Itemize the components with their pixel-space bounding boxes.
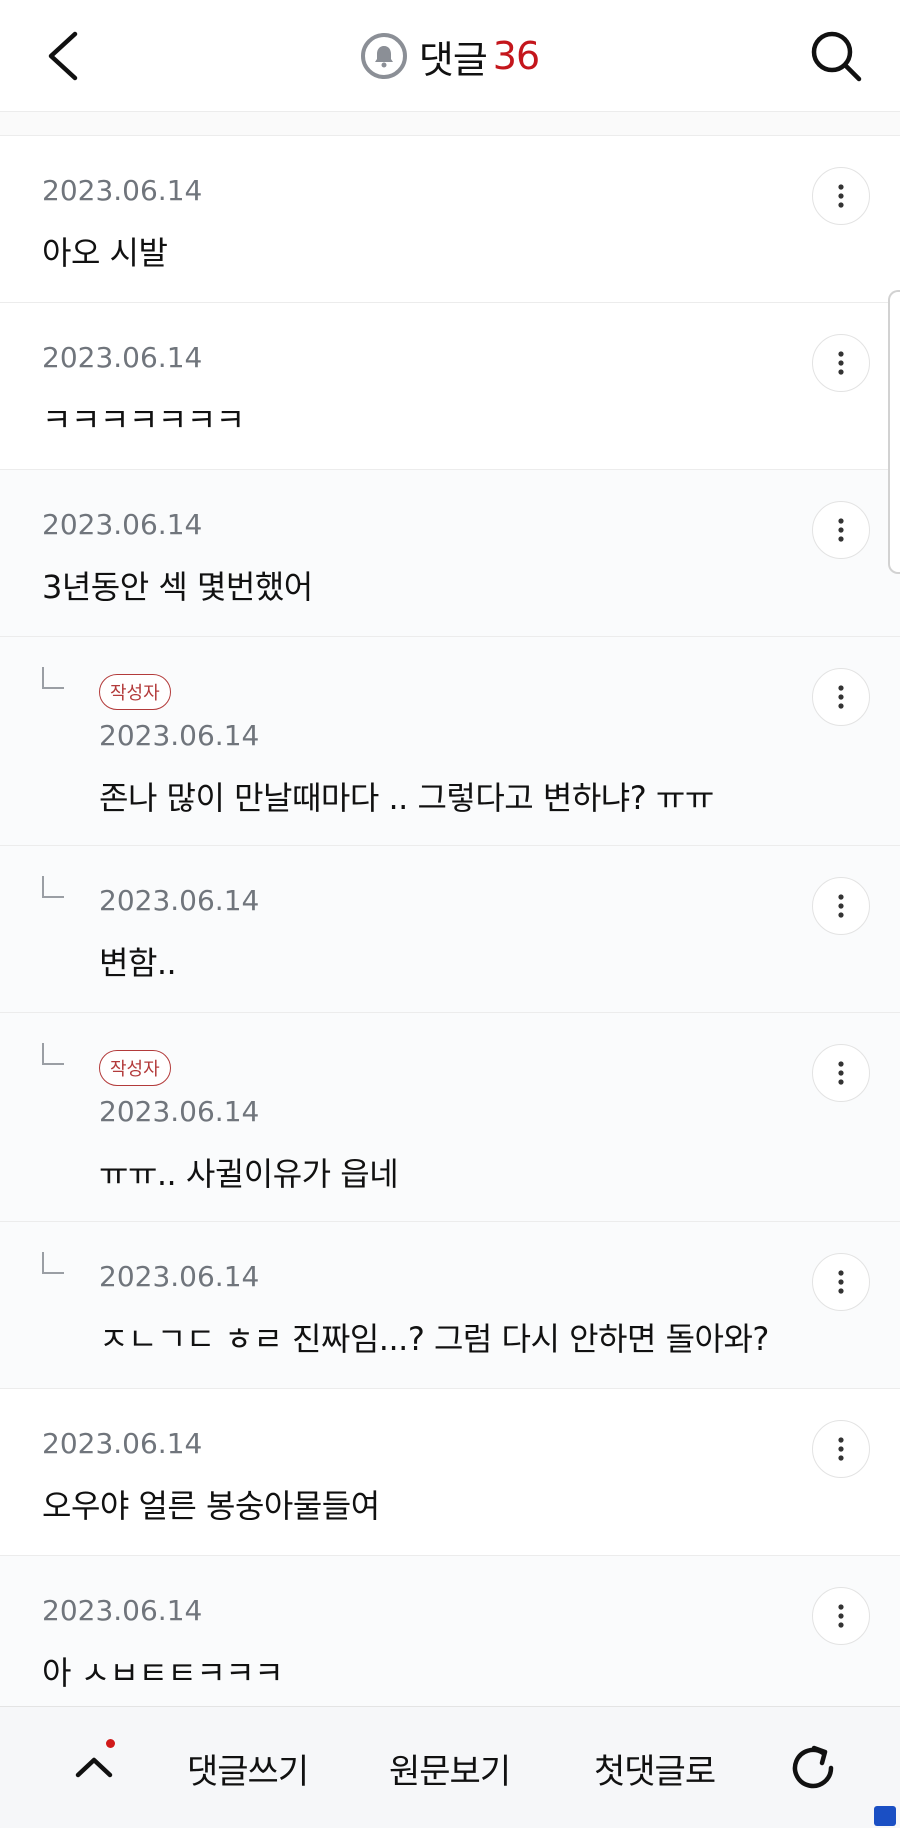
comment-text: 아 ㅅㅂㅌㅌㅋㅋㅋ xyxy=(42,1654,284,1692)
bell-icon xyxy=(360,33,407,79)
reply-arrow-icon xyxy=(42,1252,64,1274)
comment-item: 2023.06.14 ㅋㅋㅋㅋㅋㅋㅋ xyxy=(0,303,900,470)
back-button[interactable] xyxy=(30,22,94,90)
reply-arrow-icon xyxy=(42,667,64,689)
more-vertical-icon xyxy=(838,1437,844,1461)
header: 댓글 36 xyxy=(0,0,900,112)
comment-list: 2023.06.14 아오 시발 2023.06.14 ㅋㅋㅋㅋㅋㅋㅋ 2023… xyxy=(0,136,900,1723)
more-options-button[interactable] xyxy=(812,167,870,225)
more-options-button[interactable] xyxy=(812,1044,870,1102)
comment-text: ㅋㅋㅋㅋㅋㅋㅋ xyxy=(42,401,245,439)
comment-date: 2023.06.14 xyxy=(99,884,260,917)
more-options-button[interactable] xyxy=(812,877,870,935)
comment-count: 36 xyxy=(492,34,540,78)
more-vertical-icon xyxy=(838,184,844,208)
comment-date: 2023.06.14 xyxy=(99,1095,260,1128)
author-badge: 작성자 xyxy=(99,1050,171,1086)
more-options-button[interactable] xyxy=(812,668,870,726)
reply-arrow-icon xyxy=(42,876,64,898)
comment-date: 2023.06.14 xyxy=(42,341,203,374)
reply-item: 작성자 2023.06.14 ㅠㅠ.. 사귈이유가 읍네 xyxy=(0,1013,900,1222)
comment-text: 아오 시발 xyxy=(42,234,168,272)
more-vertical-icon xyxy=(838,1604,844,1628)
more-options-button[interactable] xyxy=(812,334,870,392)
write-comment-button[interactable]: 댓글쓰기 xyxy=(187,1737,309,1799)
comment-date: 2023.06.14 xyxy=(42,1594,203,1627)
reply-item: 작성자 2023.06.14 존나 많이 만날때마다 .. 그렇다고 변하냐? … xyxy=(0,637,900,846)
comment-date: 2023.06.14 xyxy=(42,174,203,207)
bottom-toolbar: 댓글쓰기 원문보기 첫댓글로 xyxy=(0,1706,900,1828)
more-options-button[interactable] xyxy=(812,1420,870,1478)
view-original-button[interactable]: 원문보기 xyxy=(389,1737,511,1799)
comment-text: ㅠㅠ.. 사귈이유가 읍네 xyxy=(99,1155,399,1193)
more-vertical-icon xyxy=(838,894,844,918)
comment-date: 2023.06.14 xyxy=(99,719,260,752)
more-options-button[interactable] xyxy=(812,1587,870,1645)
header-divider xyxy=(0,112,900,136)
reply-arrow-icon xyxy=(42,1043,64,1065)
first-comment-button[interactable]: 첫댓글로 xyxy=(594,1737,716,1799)
chevron-up-icon xyxy=(75,1757,113,1778)
page-title: 댓글 xyxy=(418,37,488,82)
comment-text: 존나 많이 만날때마다 .. 그렇다고 변하냐? ㅠㅠ xyxy=(99,779,714,817)
scroll-top-button[interactable] xyxy=(62,1735,126,1799)
scrollbar[interactable] xyxy=(888,290,900,574)
comment-date: 2023.06.14 xyxy=(42,508,203,541)
search-icon xyxy=(811,31,862,82)
comment-date: 2023.06.14 xyxy=(99,1260,260,1293)
more-vertical-icon xyxy=(838,1061,844,1085)
reply-item: 2023.06.14 ㅈㄴㄱㄷ ㅎㄹ 진짜임...? 그럼 다시 안하면 돌아와… xyxy=(0,1222,900,1389)
more-vertical-icon xyxy=(838,685,844,709)
more-vertical-icon xyxy=(838,518,844,542)
refresh-icon xyxy=(792,1745,834,1789)
notification-dot xyxy=(106,1739,115,1748)
comment-date: 2023.06.14 xyxy=(42,1427,203,1460)
comment-item: 2023.06.14 3년동안 섹 몇번했어 xyxy=(0,470,900,637)
more-options-button[interactable] xyxy=(812,1253,870,1311)
chevron-left-icon xyxy=(48,31,78,81)
more-vertical-icon xyxy=(838,1270,844,1294)
comment-text: 3년동안 섹 몇번했어 xyxy=(42,568,313,606)
comment-text: 오우야 얼른 봉숭아물들여 xyxy=(42,1487,380,1525)
reply-item: 2023.06.14 변함.. xyxy=(0,846,900,1013)
share-icon[interactable] xyxy=(874,1806,896,1826)
refresh-button[interactable] xyxy=(780,1735,846,1801)
more-options-button[interactable] xyxy=(812,501,870,559)
search-button[interactable] xyxy=(802,22,870,90)
comment-item: 2023.06.14 오우야 얼른 봉숭아물들여 xyxy=(0,1389,900,1556)
comment-text: 변함.. xyxy=(99,944,177,982)
comment-item: 2023.06.14 아오 시발 xyxy=(0,136,900,303)
comment-item: 2023.06.14 아 ㅅㅂㅌㅌㅋㅋㅋ xyxy=(0,1556,900,1723)
comments-screen: 댓글 36 2023.06.14 아오 시발 2023.06.14 ㅋㅋㅋㅋㅋㅋ… xyxy=(0,0,900,1828)
more-vertical-icon xyxy=(838,351,844,375)
comment-text: ㅈㄴㄱㄷ ㅎㄹ 진짜임...? 그럼 다시 안하면 돌아와? xyxy=(99,1320,769,1358)
author-badge: 작성자 xyxy=(99,674,171,710)
header-title-group: 댓글 36 xyxy=(0,0,900,112)
